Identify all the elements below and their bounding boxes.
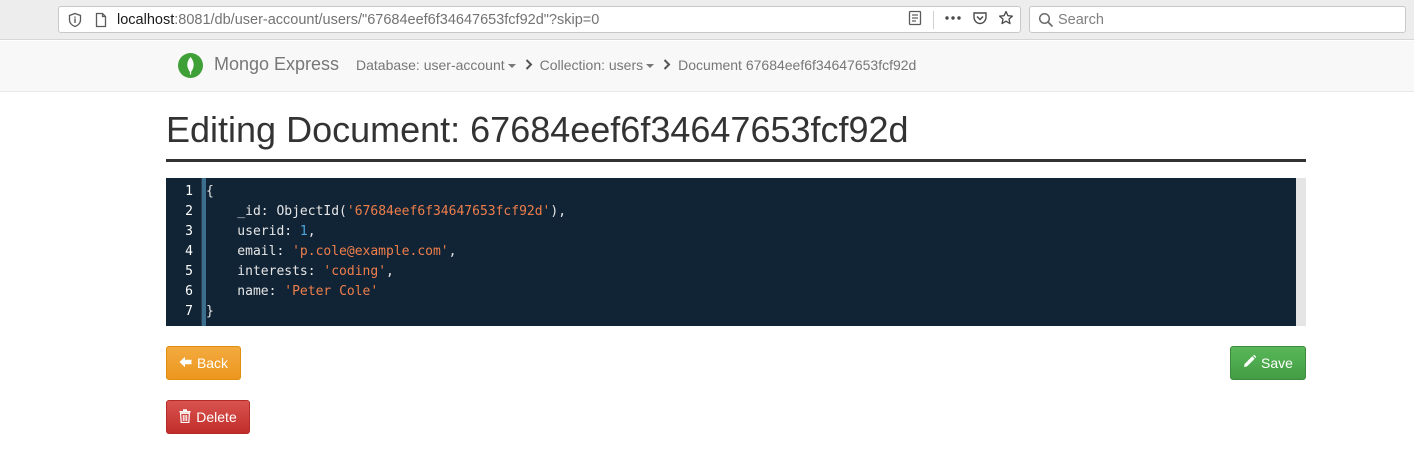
breadcrumb-collection[interactable]: Collection: users — [540, 57, 655, 73]
line-number: 2 — [185, 204, 193, 219]
save-button[interactable]: Save — [1230, 346, 1306, 380]
line-number: 7 — [185, 304, 193, 319]
code-content[interactable]: { _id: ObjectId('67684eef6f34647653fcf92… — [206, 182, 566, 322]
code-token: , — [448, 244, 457, 259]
code-number: 1 — [299, 224, 308, 239]
line-number: 4 — [185, 244, 193, 259]
back-button-label: Back — [196, 355, 229, 371]
breadcrumb-document: Document 67684eef6f34647653fcf92d — [678, 57, 916, 73]
code-line[interactable]: } — [206, 302, 566, 322]
brand-name[interactable]: Mongo Express — [214, 54, 339, 75]
save-button-label: Save — [1261, 355, 1293, 371]
code-line[interactable]: _id: ObjectId('67684eef6f34647653fcf92d'… — [206, 202, 566, 222]
breadcrumb-database-label: Database: user-account — [356, 57, 505, 73]
title-divider — [166, 159, 1306, 162]
address-bar[interactable]: localhost:8081/db/user-account/users/"67… — [58, 6, 1021, 33]
back-button[interactable]: Back — [166, 346, 241, 380]
code-line[interactable]: interests: 'coding', — [206, 262, 566, 282]
trash-icon — [179, 408, 191, 426]
chevron-right-icon — [663, 57, 671, 73]
caret-down-icon — [507, 64, 516, 68]
mongo-leaf-icon[interactable] — [178, 53, 203, 78]
code-token: ), — [550, 204, 567, 219]
page-icon — [93, 12, 109, 28]
chevron-right-icon — [525, 57, 533, 73]
url-path: :8081/db/user-account/users/"67684eef6f3… — [174, 12, 600, 28]
breadcrumb-document-label: Document 67684eef6f34647653fcf92d — [678, 57, 917, 73]
code-string: '67684eef6f34647653fcf92d' — [346, 204, 551, 219]
url-separator — [933, 11, 934, 29]
document-editor[interactable]: 1 2 3 4 5 6 7 { _id: ObjectId('67684eef6… — [166, 178, 1306, 326]
line-number: 5 — [185, 264, 193, 279]
app-navbar: Mongo Express Database: user-account Col… — [0, 41, 1414, 92]
page-title: Editing Document: 67684eef6f34647653fcf9… — [166, 109, 909, 150]
code-key: name: — [206, 284, 285, 299]
code-key: _id: ObjectId( — [206, 204, 347, 219]
code-key: userid: — [206, 224, 300, 239]
bookmark-star-icon[interactable] — [998, 10, 1014, 31]
more-actions-icon[interactable] — [944, 10, 962, 31]
code-key: email: — [206, 244, 293, 259]
pencil-icon — [1243, 354, 1257, 371]
code-string: 'coding' — [323, 264, 387, 279]
line-number: 1 — [185, 184, 193, 199]
code-token: } — [206, 304, 214, 319]
search-input[interactable] — [1058, 10, 1398, 30]
search-icon — [1038, 12, 1054, 33]
delete-button-label: Delete — [196, 409, 237, 425]
code-token: , — [307, 224, 316, 239]
breadcrumb: Database: user-account Collection: users… — [356, 57, 916, 73]
line-number: 3 — [185, 224, 193, 239]
code-line[interactable]: email: 'p.cole@example.com', — [206, 242, 566, 262]
info-icon[interactable] — [67, 12, 83, 28]
line-number-gutter: 1 2 3 4 5 6 7 — [166, 178, 202, 326]
reader-view-icon[interactable] — [907, 10, 923, 31]
code-line[interactable]: userid: 1, — [206, 222, 566, 242]
browser-toolbar: localhost:8081/db/user-account/users/"67… — [0, 0, 1414, 40]
code-string: 'p.cole@example.com' — [292, 244, 449, 259]
breadcrumb-database[interactable]: Database: user-account — [356, 57, 516, 73]
code-key: interests: — [206, 264, 324, 279]
arrow-left-icon — [179, 355, 192, 371]
delete-button[interactable]: Delete — [166, 400, 250, 434]
url-actions — [907, 10, 1014, 30]
code-string: 'Peter Cole' — [284, 284, 379, 299]
code-line[interactable]: { — [206, 182, 566, 202]
code-token: { — [206, 184, 214, 199]
browser-search-box[interactable] — [1029, 6, 1406, 33]
editor-scrollbar[interactable] — [1296, 178, 1306, 326]
breadcrumb-collection-label: Collection: users — [539, 57, 644, 73]
url-host: localhost — [117, 12, 175, 28]
url-text[interactable]: localhost:8081/db/user-account/users/"67… — [117, 12, 599, 28]
pocket-icon[interactable] — [972, 10, 988, 31]
code-token: , — [386, 264, 394, 279]
code-line[interactable]: name: 'Peter Cole' — [206, 282, 566, 302]
line-number: 6 — [185, 284, 193, 299]
caret-down-icon — [646, 64, 655, 68]
